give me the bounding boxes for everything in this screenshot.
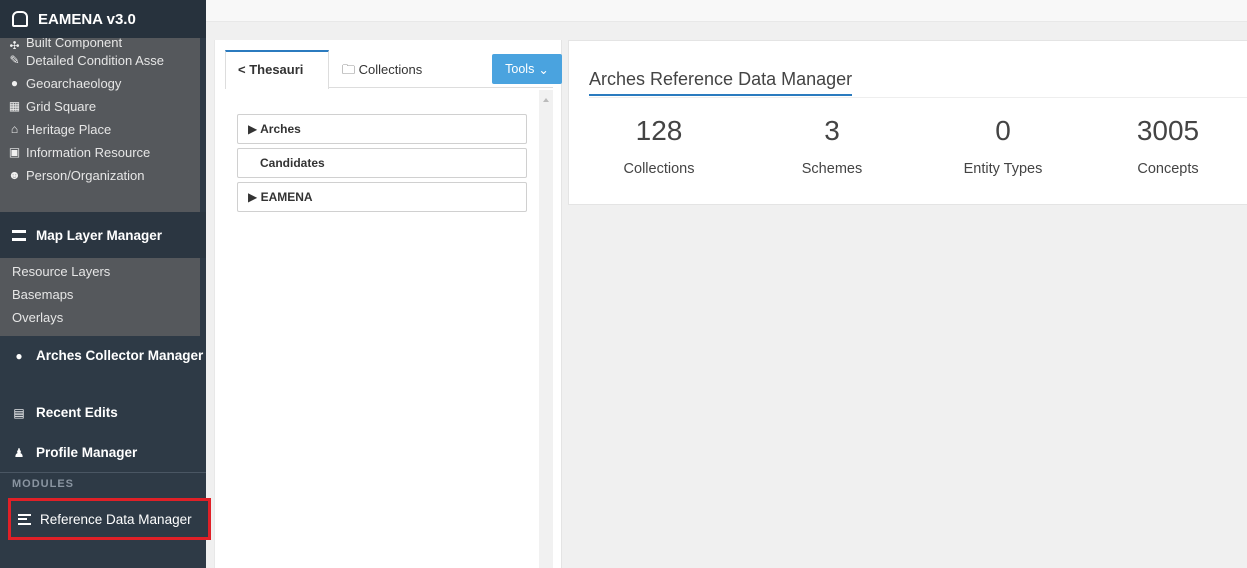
sidebar-item-information-resource[interactable]: ▣ Information Resource [0,141,200,164]
modules-heading: MODULES [12,478,74,490]
scroll-up-icon[interactable] [543,98,549,102]
tree-item-candidates[interactable]: Candidates [237,148,527,178]
stat-value: 0 [995,115,1011,146]
sidebar-item-person-organization[interactable]: ☻ Person/Organization [0,164,200,187]
folder-icon: 🗀 [342,62,356,77]
stat-value: 3005 [1136,115,1200,146]
stat-label: Collections [623,161,695,177]
top-bar [206,0,1247,22]
share-icon: < [238,62,246,77]
tree-scrollbar[interactable] [539,90,553,568]
cubes-icon: ✣ [9,39,20,50]
brand[interactable]: EAMENA v3.0 [0,0,206,38]
page-title: Arches Reference Data Manager [589,69,853,96]
brand-title: EAMENA v3.0 [38,10,136,28]
sidebar-item-label: Built Component [26,38,123,49]
stat-label: Entity Types [963,161,1043,177]
tree-item-label: EAMENA [260,190,313,204]
title-divider [589,97,1247,98]
sidebar-divider [0,472,206,473]
sidebar-item-label: Grid Square [26,99,97,114]
sidebar-item-detailed-condition[interactable]: ✎ Detailed Condition Asse [0,49,200,72]
layers-icon [12,229,26,241]
tools-label: Tools [505,62,535,76]
tab-thesauri[interactable]: < Thesauri [225,50,329,89]
tree-item-label: Arches [260,122,301,136]
history-icon: ▤ [13,406,25,420]
sidebar-item-resource-layers[interactable]: Resource Layers [0,260,200,283]
sidebar-item-label: Detailed Condition Asse [26,53,165,68]
sidebar-item-label: Map Layer Manager [36,227,163,243]
sidebar-item-geoarchaeology[interactable]: ● Geoarchaeology [0,72,200,95]
tab-collections[interactable]: 🗀 Collections [340,50,422,88]
map-layer-submenu: Resource Layers Basemaps Overlays [0,258,200,336]
institution-icon: ⌂ [10,122,19,136]
tree-item-arches[interactable]: ▶ Arches [237,114,527,144]
tree-item-eamena[interactable]: ▶ EAMENA [237,182,527,212]
arches-logo-icon [12,11,28,27]
panel-tabs: < Thesauri 🗀 Collections Tools ⌄ [225,50,562,89]
sidebar-item-map-layer-manager[interactable]: Map Layer Manager [0,212,206,258]
sidebar-item-reference-data-manager[interactable]: Reference Data Manager [8,498,211,540]
users-icon: ☻ [8,168,21,182]
thesauri-panel: < Thesauri 🗀 Collections Tools ⌄ ▶ Arche… [214,40,562,568]
stat-entity-types: 0 Entity Types [913,111,1093,177]
image-file-icon: ▣ [8,145,21,159]
reference-data-summary: Arches Reference Data Manager 128 Collec… [568,40,1247,205]
chevron-down-icon: ⌄ [538,62,549,77]
grid-icon: ▦ [8,99,21,113]
resource-list: ✣ Built Component ✎ Detailed Condition A… [0,38,200,212]
sidebar-item-basemaps[interactable]: Basemaps [0,283,200,306]
user-icon: ♟ [13,446,25,460]
sidebar-item-label: Information Resource [26,145,151,160]
edit-icon: ✎ [9,53,20,67]
globe-icon: ● [15,349,23,363]
stat-label: Schemes [801,161,863,177]
tab-label: Thesauri [249,62,304,77]
sidebar: EAMENA v3.0 ✣ Built Component ✎ Detailed… [0,0,206,568]
sidebar-item-arches-collector-manager[interactable]: ● Arches Collector Manager [0,346,206,366]
stats-row: 128 Collections 3 Schemes 0 Entity Types… [569,111,1247,191]
stat-value: 3 [824,115,840,146]
sidebar-item-built-component[interactable]: ✣ Built Component [0,38,200,49]
sidebar-item-grid-square[interactable]: ▦ Grid Square [0,95,200,118]
sidebar-item-label: Geoarchaeology [26,76,122,91]
sidebar-item-label: Arches Collector Manager [36,348,204,363]
tab-label: Collections [358,62,423,77]
sidebar-item-recent-edits[interactable]: ▤ Recent Edits [0,400,206,426]
sidebar-item-label: Person/Organization [26,168,145,183]
sidebar-item-overlays[interactable]: Overlays [0,306,200,329]
tree-item-label: Candidates [260,156,325,170]
sidebar-item-label: Profile Manager [36,445,138,460]
caret-right-icon: ▶ [248,122,258,136]
tools-button[interactable]: Tools ⌄ [492,54,562,84]
stat-value: 128 [635,115,683,146]
stat-concepts: 3005 Concepts [1078,111,1247,177]
globe-icon: ● [10,76,19,90]
sidebar-item-label: Heritage Place [26,122,112,137]
stat-schemes: 3 Schemes [742,111,922,177]
caret-right-icon: ▶ [248,190,258,204]
list-icon [18,513,31,525]
sidebar-item-heritage-place[interactable]: ⌂ Heritage Place [0,118,200,141]
stat-label: Concepts [1137,161,1199,177]
stat-collections: 128 Collections [569,111,749,177]
thesauri-tree: ▶ Arches Candidates ▶ EAMENA [237,114,527,216]
sidebar-item-profile-manager[interactable]: ♟ Profile Manager [0,440,206,466]
sidebar-item-label: Reference Data Manager [40,511,192,527]
sidebar-item-label: Recent Edits [36,405,118,420]
